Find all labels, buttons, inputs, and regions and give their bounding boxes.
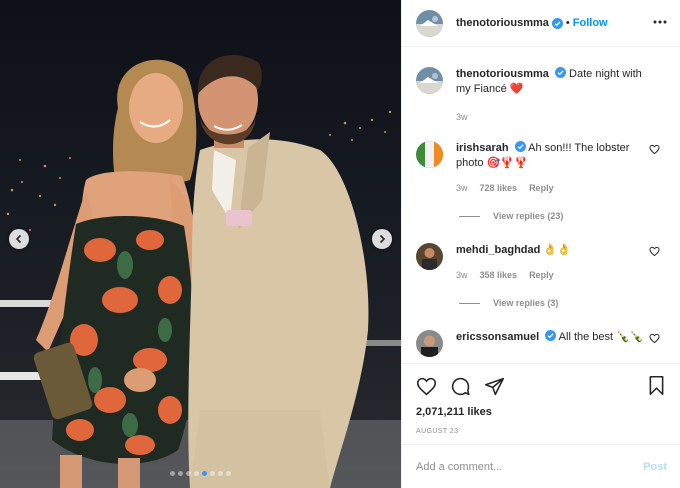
carousel-dot <box>170 471 175 476</box>
verified-badge-icon <box>545 330 557 341</box>
avatar[interactable] <box>416 330 443 357</box>
previous-photo-button[interactable] <box>9 229 29 249</box>
like-comment-heart-icon[interactable] <box>649 144 660 155</box>
like-heart-icon[interactable] <box>416 376 437 397</box>
avatar-image <box>416 9 443 37</box>
header-separator: • <box>565 17 570 29</box>
carousel-dot <box>210 471 215 476</box>
view-replies-button[interactable]: View replies (3) <box>459 298 558 308</box>
comment-username[interactable]: irishsarah <box>456 142 509 154</box>
avatar[interactable] <box>416 9 443 37</box>
post-actions: 2,071,211 likes AUGUST 23 <box>402 363 680 435</box>
comment-item: irishsarah Ah son!!! The lobster photo 🎯… <box>416 141 674 196</box>
more-options-icon[interactable] <box>653 15 667 29</box>
comments-list[interactable]: thenotoriousmma Date night with my Fianc… <box>402 48 680 363</box>
avatar[interactable] <box>416 243 443 270</box>
like-comment-heart-icon[interactable] <box>649 333 660 344</box>
post-date[interactable]: AUGUST 23 <box>416 428 667 435</box>
reply-button[interactable]: Reply <box>529 268 554 283</box>
view-replies-label: View replies (23) <box>493 211 564 221</box>
carousel-dot <box>194 471 199 476</box>
replies-divider <box>459 215 480 217</box>
post-photo[interactable] <box>0 0 401 488</box>
next-photo-button[interactable] <box>372 229 392 249</box>
comment-likes[interactable]: 728 likes <box>480 181 518 196</box>
verified-badge-icon <box>514 141 526 152</box>
avatar-image <box>416 67 443 94</box>
chevron-right-icon <box>379 234 386 244</box>
add-comment-input[interactable] <box>416 460 644 473</box>
save-bookmark-icon[interactable] <box>646 375 667 396</box>
comment-bubble-icon[interactable] <box>450 376 471 397</box>
share-paper-plane-icon[interactable] <box>484 376 505 397</box>
verified-badge-icon <box>551 17 563 29</box>
header-username[interactable]: thenotoriousmma <box>456 17 549 29</box>
instagram-post: thenotoriousmma • Follow thenotoriousmma… <box>0 0 680 488</box>
avatar[interactable] <box>416 141 443 168</box>
post-side-panel: thenotoriousmma • Follow thenotoriousmma… <box>401 0 680 488</box>
post-photo-illustration <box>0 55 401 488</box>
avatar-image <box>416 141 443 168</box>
like-comment-heart-icon[interactable] <box>649 246 660 257</box>
post-header: thenotoriousmma • Follow <box>402 0 680 47</box>
carousel-dot <box>178 471 183 476</box>
likes-count[interactable]: 2,071,211 likes <box>416 406 667 418</box>
caption-username[interactable]: thenotoriousmma <box>456 68 549 80</box>
comment-text: 👌👌 <box>543 244 571 256</box>
comment-text: All the best 🍾🍾 <box>558 331 644 343</box>
comment-item: mehdi_baghdad 👌👌 3w 358 likes Reply <box>416 243 674 283</box>
comment-username[interactable]: ericssonsamuel <box>456 331 539 343</box>
avatar[interactable] <box>416 67 443 94</box>
view-replies-label: View replies (3) <box>493 298 559 308</box>
comment-username[interactable]: mehdi_baghdad <box>456 244 540 256</box>
replies-divider <box>459 302 480 304</box>
carousel-dot <box>202 471 207 476</box>
post-caption: thenotoriousmma Date night with my Fianc… <box>416 67 674 125</box>
avatar-image <box>416 243 443 270</box>
carousel-indicator <box>0 471 401 476</box>
chevron-left-icon <box>15 234 22 244</box>
carousel-dot <box>218 471 223 476</box>
comment-likes[interactable]: 358 likes <box>480 268 518 283</box>
comment-item: ericssonsamuel All the best 🍾🍾 <box>416 330 674 357</box>
carousel-dot <box>226 471 231 476</box>
comment-timestamp[interactable]: 3w <box>456 181 468 196</box>
verified-badge-icon <box>554 67 566 78</box>
post-comment-button[interactable]: Post <box>643 461 667 473</box>
comment-timestamp[interactable]: 3w <box>456 268 468 283</box>
view-replies-button[interactable]: View replies (23) <box>459 211 563 221</box>
carousel-dot <box>186 471 191 476</box>
add-comment-bar: Post <box>402 444 680 488</box>
caption-timestamp[interactable]: 3w <box>456 110 468 125</box>
avatar-image <box>416 330 443 357</box>
reply-button[interactable]: Reply <box>529 181 554 196</box>
follow-button[interactable]: Follow <box>573 17 608 29</box>
